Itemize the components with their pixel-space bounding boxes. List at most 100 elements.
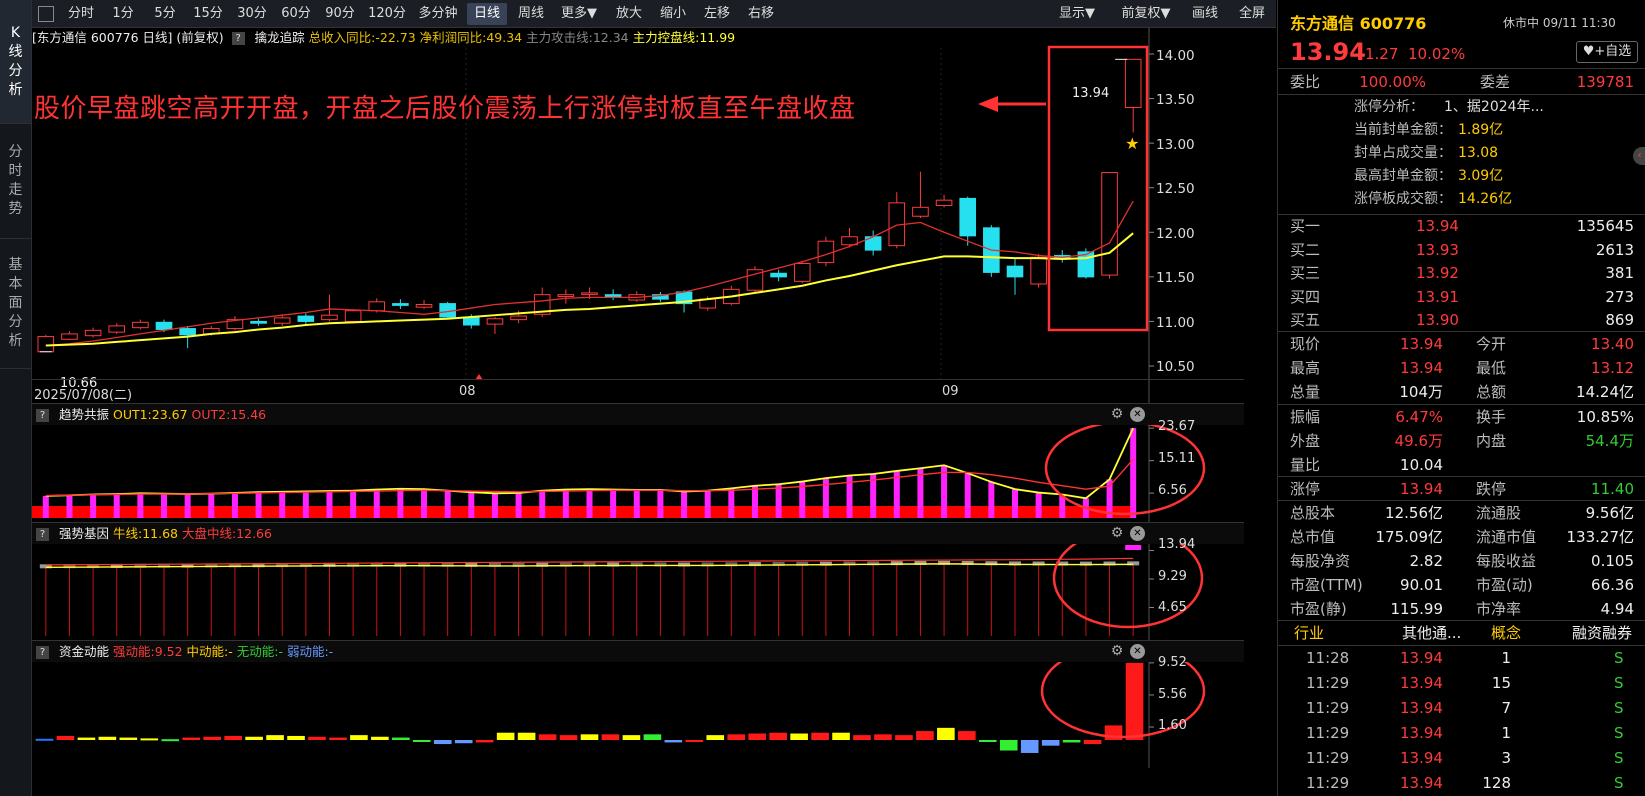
zoom-in-button[interactable]: 放大 xyxy=(609,3,649,25)
limit-item-value: 3.09亿 xyxy=(1458,168,1504,184)
energy-bar xyxy=(1041,740,1060,746)
weibi-row: 委比 100.00% 委差 139781 xyxy=(1278,70,1645,94)
high-price-label: 13.94 xyxy=(1072,86,1110,101)
period-button[interactable]: 1分 xyxy=(104,3,142,25)
price-tick: 11.50 xyxy=(1156,270,1195,286)
period-button[interactable]: 60分 xyxy=(276,3,316,25)
period-button[interactable]: 分时 xyxy=(62,3,100,25)
energy-bar xyxy=(1083,740,1102,745)
help-icon[interactable]: ? xyxy=(36,528,49,541)
tab-intraday[interactable]: 分 时 走 势 xyxy=(0,124,31,239)
trend-bar xyxy=(113,494,120,518)
period-button[interactable]: 多分钟 xyxy=(413,3,463,25)
bid-level-label: 买四 xyxy=(1290,287,1321,306)
price-tick: 13.00 xyxy=(1156,137,1195,153)
bull-line-value: 牛线:11.68 xyxy=(112,526,178,541)
move-right-button[interactable]: 右移 xyxy=(741,3,781,25)
bid-volume: 381 xyxy=(1605,264,1634,282)
limit-item-label: 最高封单金额： xyxy=(1354,168,1452,184)
gear-icon[interactable]: ⚙ xyxy=(1109,525,1125,541)
tick-list[interactable]: 11:28 13.94 1 S 11:29 13.94 15 S 11:29 13.94 7 S 11:… xyxy=(1278,646,1645,796)
energy-bar xyxy=(790,733,808,740)
panel-name[interactable]: 资金动能 xyxy=(59,644,109,659)
bid-row[interactable]: 买五 13.90 869 xyxy=(1278,308,1645,332)
bid-price: 13.94 xyxy=(1416,217,1459,235)
tick-price: 13.94 xyxy=(1400,674,1443,692)
energy-bar xyxy=(224,735,242,740)
margin-tag[interactable]: 融资融券 xyxy=(1572,621,1632,645)
trend-panel-header: ? 趋势共振 OUT1:23.67 OUT2:15.46 ⚙ ✕ xyxy=(32,403,1244,425)
panel-name[interactable]: 强势基因 xyxy=(59,526,109,541)
bid-row[interactable]: 买三 13.92 381 xyxy=(1278,261,1645,285)
close-icon[interactable]: ✕ xyxy=(1130,526,1145,541)
help-icon[interactable]: ? xyxy=(231,32,245,45)
tab-kline-analysis[interactable]: K 线 分 析 xyxy=(0,0,31,124)
energy-bar xyxy=(371,736,389,740)
energy-bar xyxy=(1062,740,1081,743)
period-button[interactable]: 120分 xyxy=(364,3,410,25)
candle-up xyxy=(368,301,386,312)
more-dropdown[interactable]: 更多▼ xyxy=(554,3,604,25)
stat-value: 104万 xyxy=(1399,383,1443,401)
tick-time: 11:29 xyxy=(1306,724,1350,742)
period-button[interactable]: 周线 xyxy=(511,3,551,25)
help-icon[interactable]: ? xyxy=(36,409,49,422)
industry-value[interactable]: 其他通... xyxy=(1402,621,1461,645)
help-icon[interactable]: ? xyxy=(36,646,49,659)
move-left-button[interactable]: 左移 xyxy=(697,3,737,25)
trend-bar xyxy=(917,468,924,518)
stat-value: 13.40 xyxy=(1591,335,1634,353)
bid-price: 13.91 xyxy=(1416,287,1459,306)
start-date-label: 2025/07/08(二) xyxy=(34,388,133,403)
energy-bar xyxy=(622,735,641,740)
stat-label: 涨停 xyxy=(1290,480,1321,498)
candle-up xyxy=(581,292,598,295)
adjust-dropdown[interactable]: 前复权▼ xyxy=(1114,3,1178,25)
star-icon: ★ xyxy=(1125,134,1139,153)
bid-price: 13.90 xyxy=(1416,311,1459,329)
energy-bar xyxy=(475,740,494,743)
collapse-arrow-icon[interactable]: ‹ xyxy=(1633,147,1645,165)
tab-fundamental[interactable]: 基 本 面 分 析 xyxy=(0,239,31,369)
period-button[interactable]: 30分 xyxy=(232,3,272,25)
stat-value: 11.40 xyxy=(1591,480,1634,498)
stat-label: 总额 xyxy=(1476,383,1507,401)
bid-level-label: 买二 xyxy=(1290,240,1321,259)
zoom-out-button[interactable]: 缩小 xyxy=(653,3,693,25)
stat-label: 最低 xyxy=(1476,359,1507,377)
candle-up xyxy=(1030,256,1047,285)
close-icon[interactable]: ✕ xyxy=(1130,407,1145,422)
bid-row[interactable]: 买四 13.91 273 xyxy=(1278,285,1645,309)
period-button-active[interactable]: 日线 xyxy=(467,3,507,25)
bid-row[interactable]: 买一 13.94 135645 xyxy=(1278,214,1645,238)
panel-tick: 5.56 xyxy=(1158,687,1187,702)
trend-bar xyxy=(137,493,144,518)
bid-row[interactable]: 买二 13.93 2613 xyxy=(1278,238,1645,262)
industry-tag[interactable]: 行业 xyxy=(1294,621,1324,645)
close-icon[interactable]: ✕ xyxy=(1130,644,1145,659)
period-button[interactable]: 90分 xyxy=(320,3,360,25)
bid-book: 买一 13.94 135645 买二 13.93 2613 买三 13.92 381 买四 13.9… xyxy=(1278,214,1645,332)
add-watchlist-button[interactable]: ♥+自选 xyxy=(1576,41,1638,63)
concept-tag[interactable]: 概念 xyxy=(1491,621,1521,645)
indicator-name[interactable]: 擒龙追踪 xyxy=(255,30,305,45)
display-dropdown[interactable]: 显示▼ xyxy=(1050,3,1104,25)
left-tab-bar: K 线 分 析 分 时 走 势 基 本 面 分 析 xyxy=(0,0,32,796)
tick-volume: 3 xyxy=(1501,749,1511,767)
market-line-value: 大盘中线:12.66 xyxy=(181,526,272,541)
panel-name[interactable]: 趋势共振 xyxy=(59,407,109,422)
tick-volume: 1 xyxy=(1501,649,1511,667)
period-button[interactable]: 15分 xyxy=(188,3,228,25)
tick-price: 13.94 xyxy=(1400,699,1443,717)
gear-icon[interactable]: ⚙ xyxy=(1109,643,1125,659)
energy-bar xyxy=(308,736,326,740)
stat-label: 今开 xyxy=(1476,335,1507,353)
period-button[interactable]: 5分 xyxy=(146,3,184,25)
energy-bar xyxy=(811,732,829,740)
limit-analysis-box[interactable]: 涨停分析： 1、据2024年... 当前封单金额： 1.89亿 封单占成交量： … xyxy=(1278,95,1645,213)
draw-line-button[interactable]: 画线 xyxy=(1185,3,1225,25)
trend-bar xyxy=(775,484,782,518)
toggle-square-icon[interactable] xyxy=(38,6,54,22)
gear-icon[interactable]: ⚙ xyxy=(1109,406,1125,422)
fullscreen-button[interactable]: 全屏 xyxy=(1232,3,1272,25)
